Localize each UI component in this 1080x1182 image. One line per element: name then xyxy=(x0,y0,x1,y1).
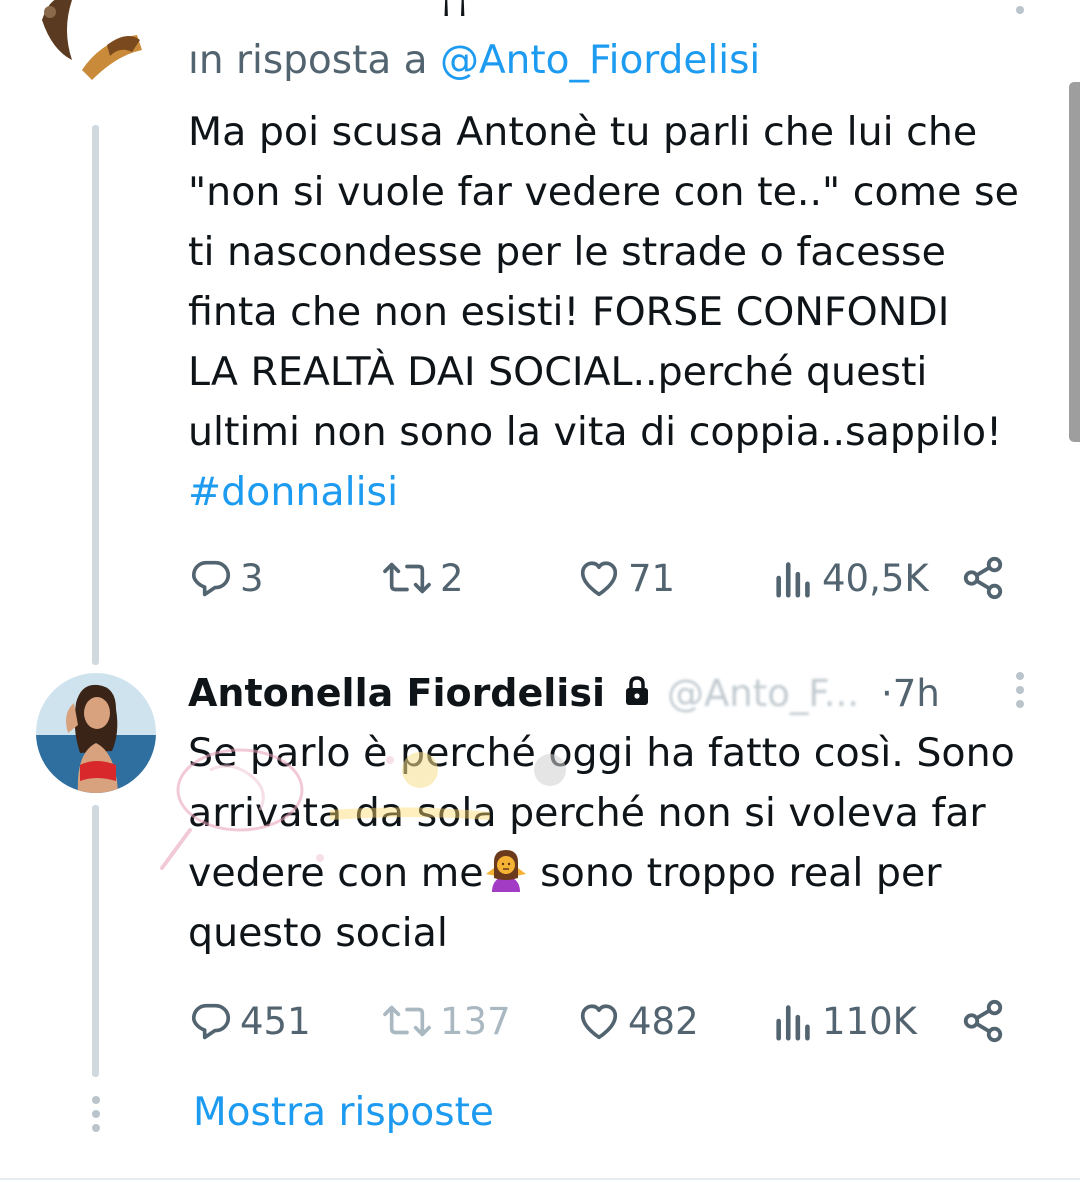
thread-line-top xyxy=(92,125,99,665)
cut-header-text: ʻʼ ʻ ˈ ⸶⸷ xyxy=(340,0,475,25)
show-replies-link[interactable]: Mostra risposte xyxy=(193,1090,494,1135)
share-icon xyxy=(963,556,1003,600)
reply-icon xyxy=(191,1003,231,1040)
share-button[interactable] xyxy=(960,548,1006,608)
retweet-button[interactable]: 137 xyxy=(380,991,511,1051)
tweet-text-line: "non si vuole far vedere con te.." come … xyxy=(188,169,1019,215)
time-separator: · xyxy=(881,671,893,715)
thread-continuation-dots-icon xyxy=(91,1096,101,1138)
reply-button[interactable]: 3 xyxy=(188,548,264,608)
retweet-count: 2 xyxy=(440,556,464,600)
hashtag-link[interactable]: #donnalisi xyxy=(188,462,1048,522)
views-icon xyxy=(776,1005,810,1041)
top-more-icon[interactable] xyxy=(1012,0,1028,20)
reply-prefix: ın risposta a xyxy=(188,38,428,83)
tweet-text-line: questo social xyxy=(188,910,448,956)
views-icon xyxy=(776,562,810,598)
tweet-text-line: finta che non esisti! FORSE CONFONDI xyxy=(188,289,950,335)
line-after-emoji: sono troppo real per xyxy=(527,850,942,896)
handle[interactable]: @Anto_F... xyxy=(667,672,859,715)
like-count: 482 xyxy=(628,999,699,1043)
divider xyxy=(0,1178,1080,1180)
reply-button[interactable]: 451 xyxy=(188,991,311,1051)
display-name[interactable]: Antonella Fiordelisi xyxy=(188,671,605,715)
thread-line-bottom xyxy=(92,805,99,1077)
views-count: 110K xyxy=(822,999,917,1043)
more-options-icon[interactable] xyxy=(1012,672,1028,714)
like-button[interactable]: 71 xyxy=(576,548,675,608)
tweet-actions: 3 2 71 40,5K xyxy=(188,548,1018,608)
tweet-text-line: arrivata da sola perché non si voleva fa… xyxy=(188,790,986,836)
retweet-button[interactable]: 2 xyxy=(380,548,464,608)
heart-icon xyxy=(580,561,618,597)
reply-context: ın risposta a @Anto_Fiordelisi xyxy=(188,38,760,83)
reply-count: 451 xyxy=(240,999,311,1043)
scrollbar[interactable] xyxy=(1069,82,1080,442)
tweet-text-line: Se parlo è perché oggi ha fatto così. So… xyxy=(188,730,1015,776)
reply-mention-link[interactable]: @Anto_Fiordelisi xyxy=(440,38,760,83)
reply-tweet-text: Se parlo è perché oggi ha fatto così. So… xyxy=(188,723,1048,963)
timestamp[interactable]: ·7h xyxy=(881,672,940,715)
like-count: 71 xyxy=(628,556,676,600)
tweet-text-line: vedere con me sono troppo real per xyxy=(188,843,1048,903)
tweet-thread-screen: ʻʼ ʻ ˈ ⸶⸷ ın risposta a @Anto_Fiordelisi… xyxy=(0,0,1080,1182)
retweet-count: 137 xyxy=(440,999,511,1043)
line-before-emoji: vedere con me xyxy=(188,850,484,896)
like-button[interactable]: 482 xyxy=(576,991,699,1051)
reply-tweet-actions: 451 137 482 110K xyxy=(188,991,1018,1051)
reply-count: 3 xyxy=(240,556,264,600)
tweet-text-line: LA REALTÀ DAI SOCIAL..perché questi xyxy=(188,349,928,395)
share-icon xyxy=(963,999,1003,1043)
reply-icon xyxy=(191,560,231,597)
tweet-text-line: Ma poi scusa Antonè tu parli che lui che xyxy=(188,109,978,155)
share-button[interactable] xyxy=(960,991,1006,1051)
lock-icon xyxy=(623,675,651,711)
views-button[interactable]: 110K xyxy=(772,991,917,1051)
views-button[interactable]: 40,5K xyxy=(772,548,929,608)
avatar-previous-user[interactable] xyxy=(32,0,156,84)
retweet-icon xyxy=(383,562,431,594)
tweet-text: Ma poi scusa Antonè tu parli che lui che… xyxy=(188,102,1048,522)
views-count: 40,5K xyxy=(822,556,929,600)
retweet-icon xyxy=(383,1005,431,1037)
tweet-text-line: ti nascondesse per le strade o facesse xyxy=(188,229,946,275)
heart-icon xyxy=(580,1004,618,1040)
time-value: 7h xyxy=(892,671,940,715)
author-row: Antonella Fiordelisi @Anto_F... ·7h xyxy=(188,663,1048,723)
person-shrugging-emoji xyxy=(484,848,528,892)
tweet-text-line: ultimi non sono la vita di coppia..sappi… xyxy=(188,409,1002,455)
avatar-antonella[interactable] xyxy=(36,673,156,793)
